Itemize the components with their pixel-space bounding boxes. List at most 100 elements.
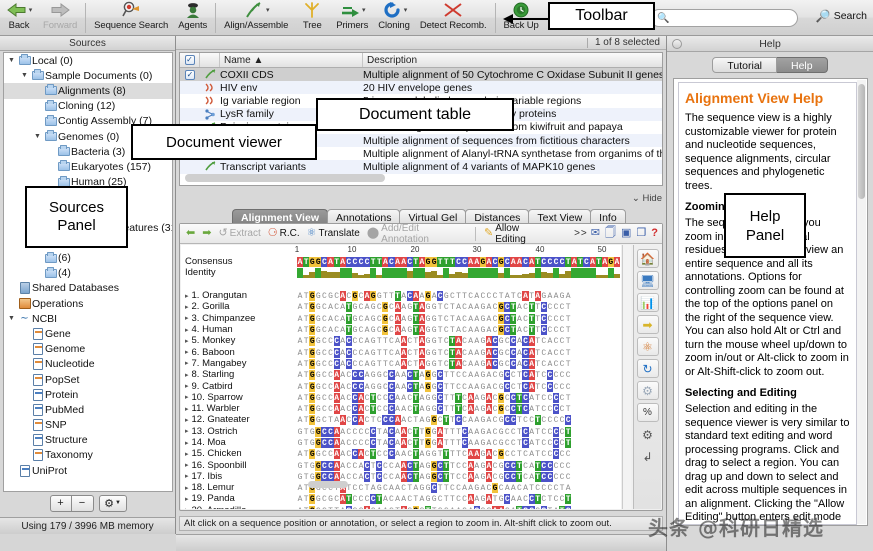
allow-editing-button[interactable]: ✎ Allow Editing [482, 223, 553, 245]
toolbar-button-tree[interactable]: Tree [293, 0, 331, 36]
sequence-row[interactable]: ▸ 5. Monkey ATGGCCCACCCAGTTCAACTAGGTCTACAA… [181, 335, 621, 347]
help-scrollbar-thumb[interactable] [858, 84, 865, 199]
sequence-expand-icon[interactable]: ▸ [185, 382, 189, 390]
sources-tree-item[interactable]: ▶ Cloning (12) [4, 99, 172, 114]
toolbar-button-forward[interactable]: Forward [38, 0, 82, 36]
toolbar-button-detect-recomb[interactable]: Detect Recomb. [415, 0, 492, 36]
sources-tree-item[interactable]: ▶ Nucleotide [4, 357, 172, 372]
toolbar-button-sequence-search[interactable]: Sequence Search [89, 0, 173, 36]
sequence-row[interactable]: ▸ 4. Human ATGGCACATGCAGCGCAAGTAGGTCTACAAG… [181, 324, 621, 336]
sequence-row[interactable]: ▸ 8. Starling ATGGCCAACCCAGGCCAACTAGGCTTCC… [181, 369, 621, 381]
search-input[interactable] [669, 11, 790, 25]
sequence-expand-icon[interactable]: ▸ [185, 484, 189, 492]
sources-tree-item[interactable]: ▼ Local (0) [4, 53, 172, 68]
table-row[interactable]: HIV env 20 HIV envelope genes [180, 81, 662, 95]
annotation-color-icon[interactable]: ⚛ [636, 337, 659, 356]
chevron-down-icon[interactable]: ▼ [19, 72, 30, 79]
sources-tree-item[interactable]: ▶ SNP [4, 418, 172, 433]
sequence-expand-icon[interactable]: ▸ [185, 405, 189, 413]
sequence-row[interactable]: ▸20. ArmadilloATGGCTTACCCAGAACTAGGCTTCCA… [181, 505, 621, 509]
sequence-row[interactable]: ▸ 14. Moa GTGGCCAACCCCCTACAACTTGGATTTCAAGA… [181, 437, 621, 448]
sources-tree-item[interactable]: ▶ (6) [4, 250, 172, 265]
sequence-expand-icon[interactable]: ▸ [185, 495, 189, 503]
sequence-hscrollbar[interactable] [308, 481, 348, 488]
sources-tree-item[interactable]: ▶ UniProt [4, 463, 172, 478]
sequence-expand-icon[interactable]: ▸ [185, 393, 189, 401]
sequence-rows-list[interactable]: ▸ 1. Orangutan ATGGCGCACGCAGGTTTACAAGACGCT… [181, 290, 621, 509]
sequence-expand-icon[interactable]: ▸ [185, 371, 189, 379]
sequence-vscrollbar[interactable] [622, 245, 631, 509]
sequence-expand-icon[interactable]: ▸ [185, 439, 189, 447]
select-all-checkbox[interactable]: ✓ [184, 55, 195, 65]
sources-tree-item[interactable]: ▶ Protein [4, 387, 172, 402]
gear-options-icon[interactable]: ⚙ [637, 425, 659, 444]
sources-tree-item[interactable]: ▶ Shared Databases [4, 281, 172, 296]
search-button[interactable]: 🔎 Search [816, 9, 867, 23]
extract-button[interactable]: ↺ Extract [216, 228, 262, 240]
alignment-sequence-area[interactable]: 1 10 20 30 40 50 Consensus ATGGCATACCCCTTACAA… [181, 245, 621, 509]
hide-table-button[interactable]: ⌄ Hide [632, 193, 662, 204]
sources-tree-item[interactable]: ▶ Operations [4, 296, 172, 311]
chevron-down-icon[interactable]: ▼ [32, 133, 43, 140]
sequence-row[interactable]: ▸ 16. Spoonbill GTGGCCAACCACTCCCAACTAGGCTT… [181, 459, 621, 471]
help-scrollbar[interactable] [857, 80, 866, 524]
sequence-expand-icon[interactable]: ▸ [185, 292, 189, 300]
sequence-row[interactable]: ▸ 12. Gnateater ATGGCTAACCACTCCCAACTAGGCTT… [181, 414, 621, 426]
chevron-down-icon[interactable]: ▼ [6, 57, 17, 64]
screenshot-icon[interactable]: ▣ [621, 228, 631, 239]
sequence-expand-icon[interactable]: ▸ [185, 416, 189, 424]
sources-tree-item[interactable]: ▶ Genome [4, 342, 172, 357]
sequence-row[interactable]: ▸ 13. Ostrich GTGGCCAACCCCCTACAACTTGGATTTC… [181, 426, 621, 437]
column-header-checkbox[interactable]: ✓ [180, 53, 200, 67]
help-tab-bar[interactable]: Tutorial Help [667, 57, 873, 73]
help-tab-help[interactable]: Help [777, 57, 828, 73]
row-checkbox[interactable]: ✓ [185, 69, 195, 80]
settings-gear-icon[interactable]: ⚙ [636, 381, 659, 400]
sequence-expand-icon[interactable]: ▸ [185, 427, 189, 435]
sequence-row[interactable]: ▸ 15. Chicken ATGGCCAACCACTCCCAACTAGGTTTTC… [181, 448, 621, 460]
toolbar-button-cloning[interactable]: ▾ Cloning [373, 0, 415, 36]
row-checkbox-cell[interactable]: ✓ [180, 69, 200, 80]
sources-tree-item[interactable]: ▶ Structure [4, 433, 172, 448]
refresh-icon[interactable]: ↻ [636, 359, 659, 378]
sources-settings-button[interactable]: ⚙ ▼ [98, 494, 127, 512]
toolbar-button-primers[interactable]: ▾ Primers [331, 0, 373, 36]
sources-tree[interactable]: ▼Local (0)▼Sample Documents (0)▶Alignmen… [3, 52, 173, 492]
sequence-row[interactable]: ▸ 19. Panda ATGGCGCATCCCCTACAACTAGGCTTCCAA… [181, 493, 621, 505]
sequence-expand-icon[interactable]: ▸ [185, 337, 189, 345]
sources-tree-item[interactable]: ▼ Sample Documents (0) [4, 68, 172, 83]
sequence-expand-icon[interactable]: ▸ [185, 314, 189, 322]
sequence-expand-icon[interactable]: ▸ [185, 359, 189, 367]
reverse-complement-button[interactable]: ⚆ R.C. [266, 228, 302, 240]
display-icon[interactable]: 🖥 [636, 271, 659, 290]
sequence-expand-icon[interactable]: ▸ [185, 472, 189, 480]
remove-source-button[interactable]: − [71, 494, 94, 512]
global-search-box[interactable]: 🔍 [650, 9, 798, 27]
home-icon[interactable]: 🏠 [636, 249, 659, 268]
sources-tree-item[interactable]: ▼ ∼ NCBI [4, 311, 172, 326]
chevron-down-icon[interactable]: ▼ [6, 315, 17, 322]
toolbar-button-align-assemble[interactable]: ▾ Align/Assemble [219, 0, 293, 36]
new-window-icon[interactable]: ❐ [636, 228, 646, 239]
copy-icon[interactable]: 🗍 [605, 228, 616, 239]
percent-icon[interactable]: % [636, 403, 659, 422]
column-header-description[interactable]: Description [363, 53, 662, 67]
sources-tree-item[interactable]: ▶ PubMed [4, 402, 172, 417]
sources-tree-item[interactable]: ▶ Eukaryotes (157) [4, 159, 172, 174]
sequence-row[interactable]: ▸ 10. Sparrow ATGGCCAACCACTCCCAACTAGGCTTTC… [181, 392, 621, 403]
sources-tree-item[interactable]: ▶ Alignments (8) [4, 83, 172, 99]
chart-icon[interactable]: 📊 [636, 293, 659, 312]
sequence-expand-icon[interactable]: ▸ [185, 461, 189, 469]
sources-tree-item[interactable]: ▶ (4) [4, 266, 172, 281]
sources-tree-item[interactable]: ▶ Taxonomy [4, 448, 172, 463]
sequence-expand-icon[interactable]: ▸ [185, 450, 189, 458]
sequence-expand-icon[interactable]: ▸ [185, 348, 189, 356]
sequence-row[interactable]: ▸ 3. Chimpanzee ATGGCACATGCAGCGCAAGTAGGTCT… [181, 313, 621, 324]
sequence-row[interactable]: ▸ 7. Mangabey ATGGCCCACCCAGTTCAACTAGGTCTAC… [181, 358, 621, 369]
help-tab-tutorial[interactable]: Tutorial [712, 57, 777, 73]
sequence-expand-icon[interactable]: ▸ [185, 506, 189, 509]
sequence-row[interactable]: ▸ 2. Gorilla ATGGCACATGCAGCGCAAGTAGGTCTACA… [181, 301, 621, 313]
viewer-back-button[interactable]: ⬅ [184, 228, 197, 239]
sources-tree-item[interactable]: ▶ PopSet [4, 372, 172, 387]
sources-tree-item[interactable]: ▶ Gene [4, 326, 172, 341]
